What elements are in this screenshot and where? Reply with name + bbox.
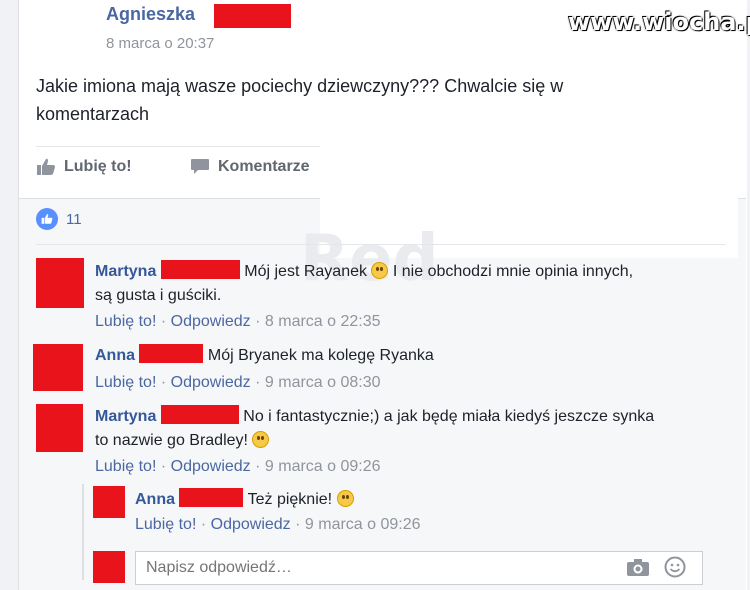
composer-icons	[626, 556, 686, 583]
comment-label: Komentarze	[218, 158, 310, 175]
reply-like-link[interactable]: Lubię to!	[135, 516, 196, 533]
separator: ·	[255, 374, 261, 391]
comment-text-line2: to nazwie go Bradley!	[95, 429, 270, 453]
comment-text: No i fantastycznie;) a jak będę miała ki…	[243, 408, 655, 425]
comment-body: Anna Mój Bryanek ma kolegę Ryanka	[95, 344, 434, 368]
comment-like-link[interactable]: Lubię to!	[95, 313, 156, 330]
separator: ·	[255, 313, 261, 330]
separator: ·	[160, 458, 167, 475]
likes-count: 11	[66, 210, 82, 228]
separator: ·	[255, 458, 261, 475]
commenter-name[interactable]: Anna	[95, 347, 135, 364]
comment-text: Mój Bryanek ma kolegę Ryanka	[207, 347, 434, 364]
comment-text-cont: to nazwie go Bradley!	[95, 432, 248, 449]
redacted-surname	[214, 4, 291, 28]
redacted-surname	[139, 344, 204, 363]
separator: ·	[160, 374, 167, 391]
reply-actions: Lubię to! · Odpowiedz · 9 marca o 09:26	[135, 516, 421, 534]
comment-time[interactable]: 8 marca o 22:35	[265, 313, 381, 330]
comment-avatar	[36, 404, 83, 452]
redacted-surname	[160, 405, 239, 424]
smile-emoji-icon	[336, 490, 354, 507]
comment-reply-link[interactable]: Odpowiedz	[171, 458, 251, 475]
comment-actions: Lubię to! · Odpowiedz · 9 marca o 09:26	[95, 458, 381, 476]
like-reaction-icon	[36, 208, 58, 230]
smile-emoji-icon	[371, 262, 389, 279]
comment-body: Martyna Mój jest Rayanek I nie obchodzi …	[95, 260, 633, 284]
reply-reply-link[interactable]: Odpowiedz	[211, 516, 291, 533]
post-author[interactable]: Agnieszka	[106, 4, 195, 25]
reply-thread-line	[82, 484, 84, 580]
comment-text-cont: I nie obchodzi mnie opinia innych,	[392, 263, 634, 280]
redacted-surname	[160, 260, 240, 279]
comment-body: Martyna No i fantastycznie;) a jak będę …	[95, 405, 654, 429]
comment-avatar	[33, 344, 83, 391]
comment-text: Mój jest Rayanek	[244, 263, 367, 280]
comment-button[interactable]: Komentarze	[190, 158, 310, 176]
separator: ·	[160, 313, 167, 330]
reply-avatar	[93, 486, 125, 518]
redacted-surname	[179, 488, 244, 507]
comment-like-link[interactable]: Lubię to!	[95, 458, 156, 475]
post-timestamp[interactable]: 8 marca o 20:37	[106, 35, 214, 52]
commenter-name[interactable]: Martyna	[95, 408, 156, 425]
separator: ·	[200, 516, 207, 533]
comment-avatar	[36, 258, 84, 308]
comment-reply-link[interactable]: Odpowiedz	[171, 313, 251, 330]
comment-icon	[190, 158, 210, 176]
comment-time[interactable]: 9 marca o 08:30	[265, 374, 381, 391]
emoji-picker-icon[interactable]	[664, 556, 686, 583]
like-label: Lubię to!	[64, 158, 132, 175]
faint-watermark: Red	[300, 222, 439, 296]
reply-time[interactable]: 9 marca o 09:26	[305, 516, 421, 533]
like-button[interactable]: Lubię to!	[36, 158, 132, 176]
reply-text: Też pięknie!	[247, 491, 333, 508]
comment-reply-link[interactable]: Odpowiedz	[171, 374, 251, 391]
grin-emoji-icon	[252, 431, 270, 448]
camera-icon[interactable]	[626, 557, 650, 582]
commenter-name[interactable]: Anna	[135, 491, 175, 508]
likes-summary[interactable]: 11	[36, 208, 82, 230]
thumbs-up-icon	[36, 158, 56, 176]
reply-input[interactable]	[135, 551, 703, 585]
comment-text-line2: są gusta i guściki.	[95, 287, 222, 304]
separator: ·	[295, 516, 301, 533]
comment-time[interactable]: 9 marca o 09:26	[265, 458, 381, 475]
comment-actions: Lubię to! · Odpowiedz · 8 marca o 22:35	[95, 313, 381, 331]
comment-like-link[interactable]: Lubię to!	[95, 374, 156, 391]
reply-body: Anna Też pięknie!	[135, 488, 354, 512]
commenter-name[interactable]: Martyna	[95, 263, 156, 280]
likes-divider	[36, 244, 726, 245]
comment-actions: Lubię to! · Odpowiedz · 9 marca o 08:30	[95, 374, 381, 392]
site-watermark: www.wiocha.pl	[568, 8, 750, 36]
composer-avatar	[93, 551, 125, 583]
post-text: Jakie imiona mają wasze pociechy dziewcz…	[36, 76, 564, 124]
